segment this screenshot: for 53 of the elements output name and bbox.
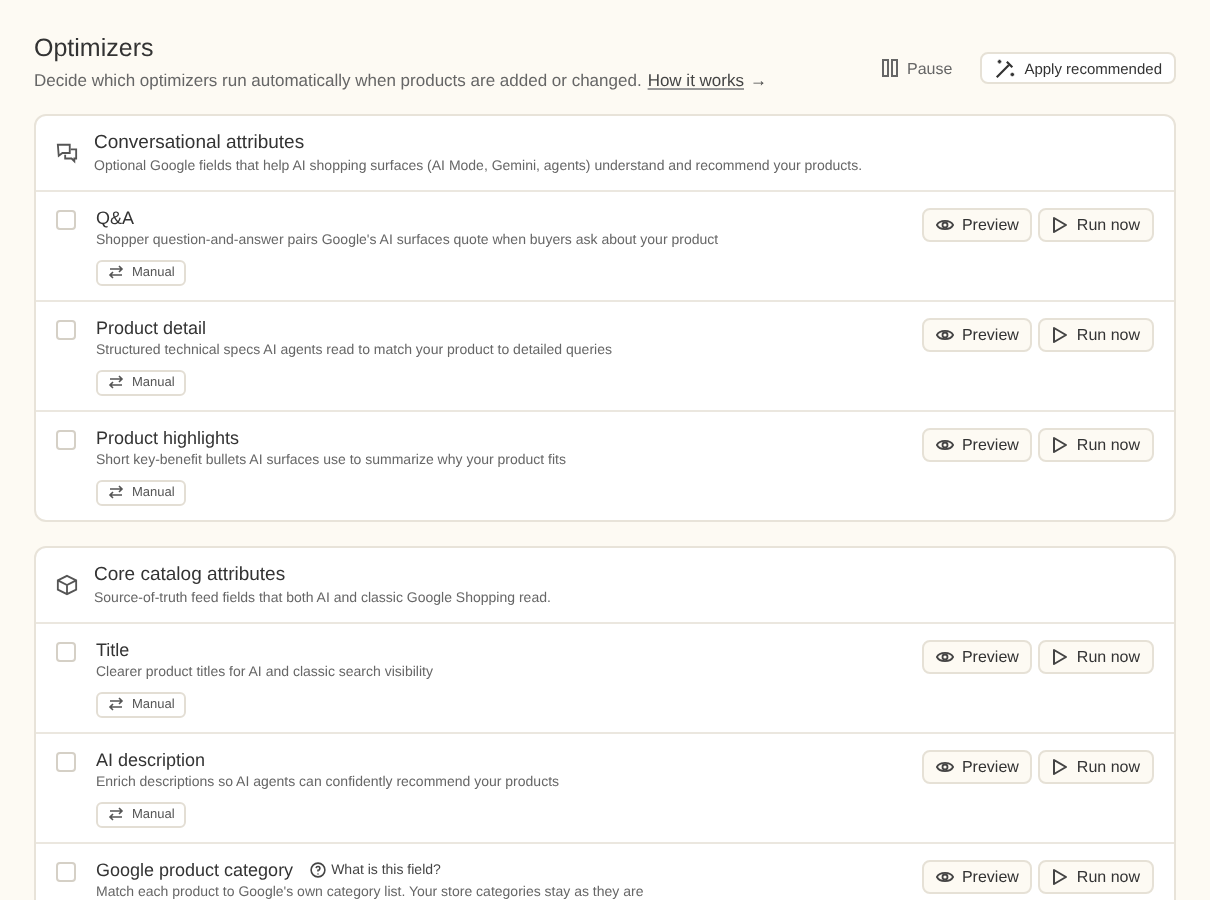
swap-arrows-icon [108, 484, 124, 500]
preview-button[interactable]: Preview [921, 860, 1033, 894]
preview-button[interactable]: Preview [921, 318, 1033, 352]
how-it-works-link[interactable]: How it works [647, 70, 744, 90]
optimizer-name: Product detail [96, 318, 207, 338]
checkbox[interactable] [56, 210, 76, 230]
page-title: Optimizers [34, 34, 156, 62]
preview-button[interactable]: Preview [921, 208, 1033, 242]
page-description: Decide which optimizers run automatically when products are added or changed. [34, 70, 642, 90]
eye-icon [935, 436, 954, 454]
preview-button[interactable]: Preview [921, 428, 1033, 462]
swap-arrows-icon [108, 374, 124, 390]
checkbox[interactable] [56, 430, 76, 450]
run-now-button[interactable]: Run now [1038, 640, 1154, 674]
optimizer-name: Google product category [96, 860, 294, 880]
cube-icon [56, 574, 78, 596]
section-title: Core catalog attributes [94, 564, 288, 586]
preview-button[interactable]: Preview [921, 750, 1033, 784]
run-now-button[interactable]: Run now [1038, 318, 1154, 352]
eye-icon [935, 758, 954, 776]
run-now-button[interactable]: Run now [1038, 860, 1154, 894]
section-title: Conversational attributes [94, 132, 307, 154]
checkbox[interactable] [56, 320, 76, 340]
question-icon [309, 862, 326, 878]
checkbox[interactable] [56, 752, 76, 772]
pause-button[interactable]: Pause [867, 50, 965, 86]
play-icon [1052, 868, 1069, 886]
eye-icon [935, 216, 954, 234]
checkbox[interactable] [56, 642, 76, 662]
arrow-icon: → [750, 70, 767, 90]
pause-icon [879, 58, 900, 78]
play-icon [1052, 648, 1069, 666]
eye-icon [935, 868, 954, 886]
preview-button[interactable]: Preview [921, 640, 1033, 674]
run-now-button[interactable]: Run now [1038, 208, 1154, 242]
optimizer-name: AI description [96, 750, 206, 770]
optimizer-name: Title [96, 640, 130, 660]
play-icon [1052, 758, 1069, 776]
swap-arrows-icon [108, 264, 124, 280]
play-icon [1052, 216, 1069, 234]
play-icon [1052, 436, 1069, 454]
eye-icon [935, 326, 954, 344]
chat-bubbles-icon [56, 142, 78, 164]
optimizer-name: Q&A [96, 208, 135, 228]
eye-icon [935, 648, 954, 666]
run-now-button[interactable]: Run now [1038, 428, 1154, 462]
run-now-button[interactable]: Run now [1038, 750, 1154, 784]
swap-arrows-icon [108, 806, 124, 822]
magic-wand-icon [994, 57, 1017, 79]
swap-arrows-icon [108, 696, 124, 712]
play-icon [1052, 326, 1069, 344]
checkbox[interactable] [56, 862, 76, 882]
optimizer-name: Product highlights [96, 428, 240, 448]
